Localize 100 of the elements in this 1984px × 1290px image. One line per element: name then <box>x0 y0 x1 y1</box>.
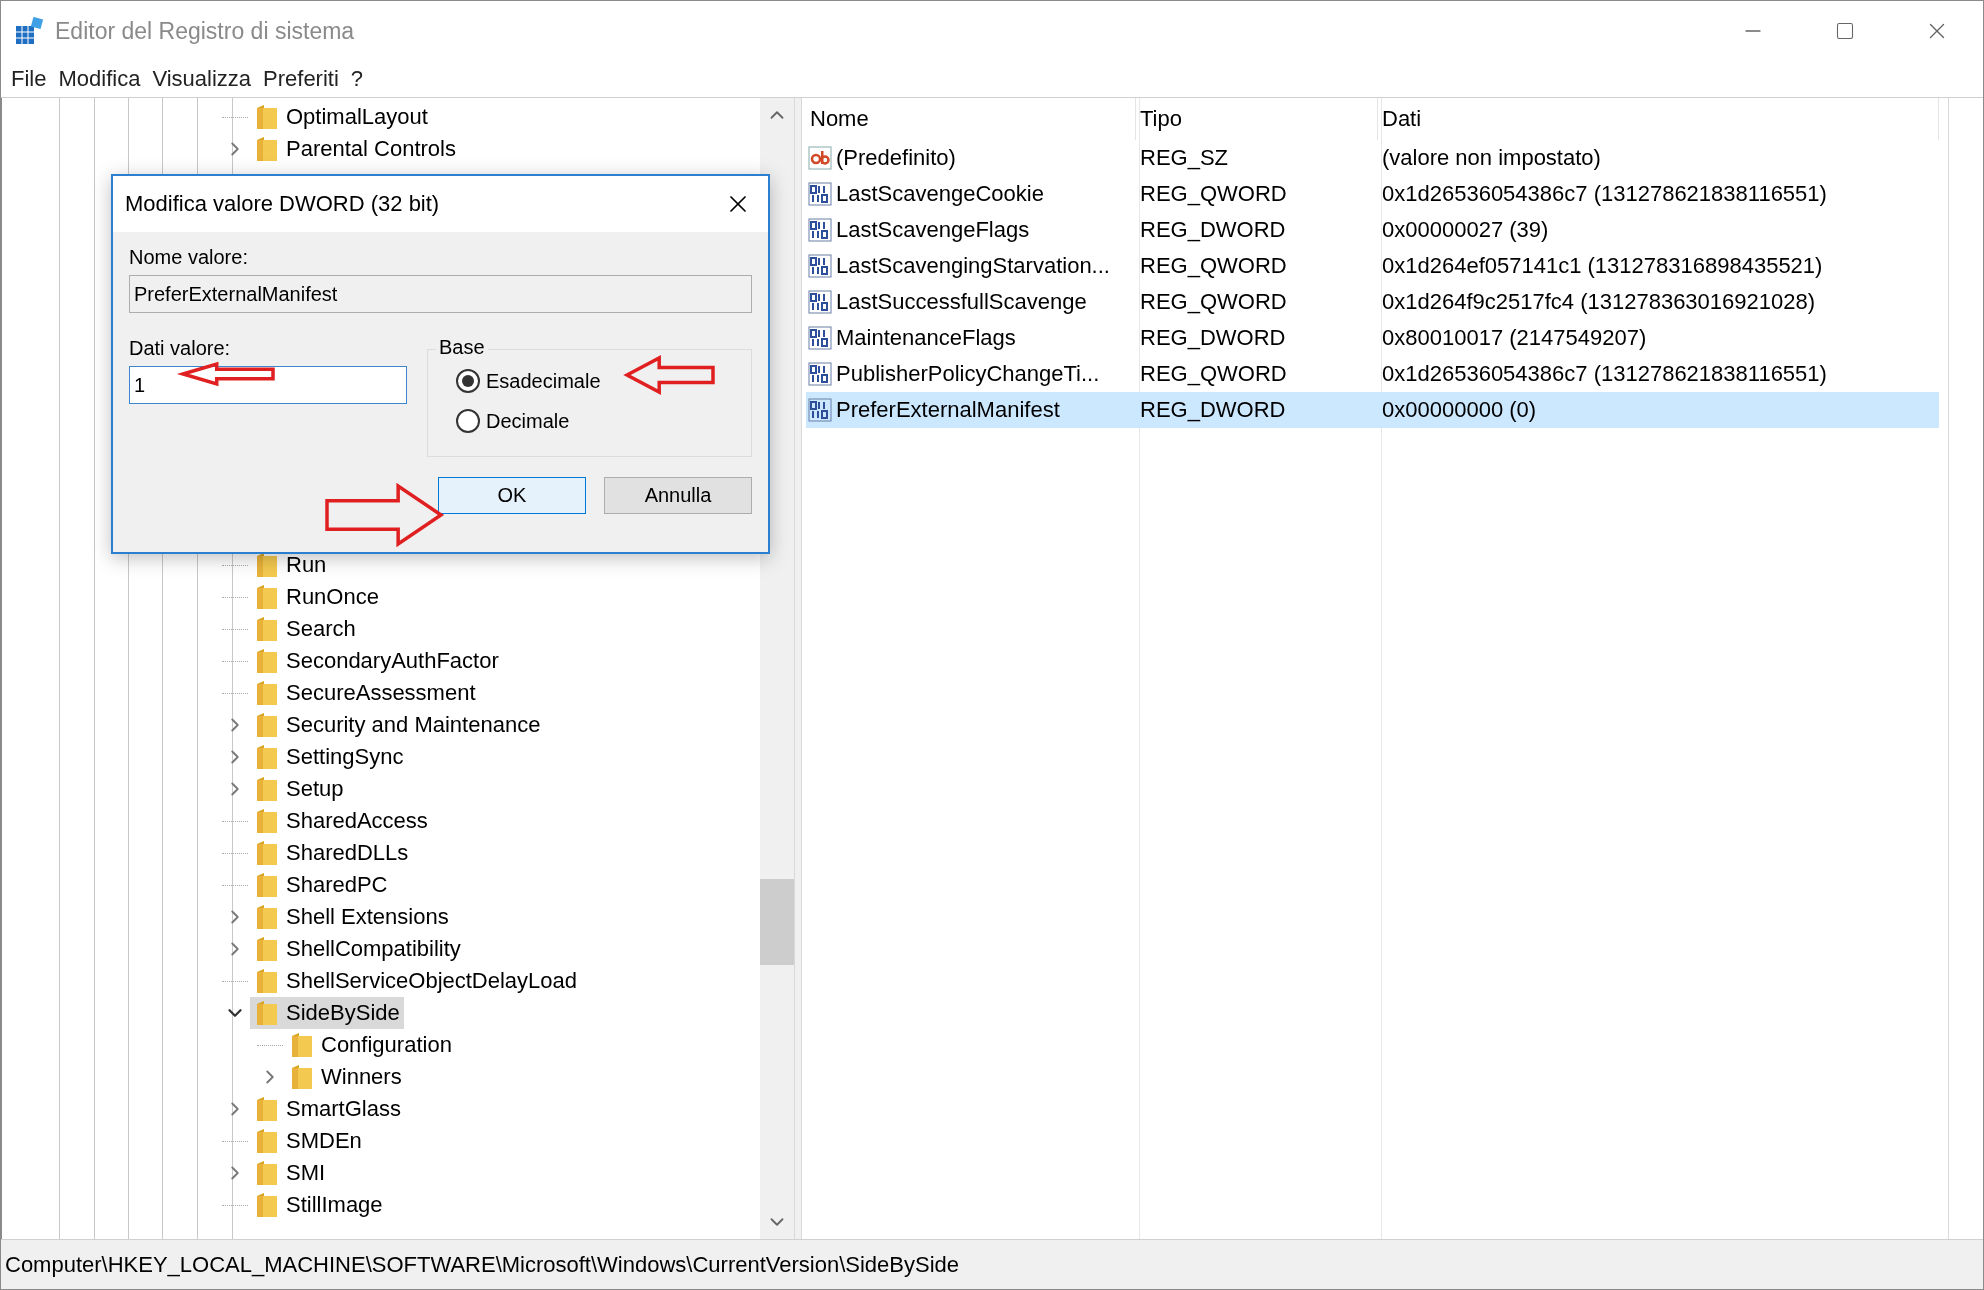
folder-icon <box>256 1160 278 1186</box>
menu-item[interactable]: Preferiti <box>257 66 345 92</box>
field-label: Nome valore: <box>129 246 249 269</box>
maximize-icon[interactable] <box>1835 21 1855 41</box>
tree-item[interactable]: SharedPC <box>250 869 392 901</box>
binary-value-icon <box>808 326 832 350</box>
table-cell-text: REG_QWORD <box>1139 288 1288 316</box>
tree-item[interactable]: Setup <box>250 773 348 805</box>
table-cell-text: REG_SZ <box>1139 144 1230 172</box>
tree-item[interactable]: Search <box>250 613 360 645</box>
table-cell-text: 0x00000000 (0) <box>1381 396 1538 424</box>
binary-value-icon <box>808 182 832 206</box>
value-row[interactable]: LastScavengingStarvation... REG_QWORD 0x1d264ef057141c1 (131278316898435521) <box>806 248 1939 284</box>
app-icon <box>15 17 43 45</box>
value-row[interactable]: LastSuccessfullScavenge REG_QWORD 0x1d264f9c2517fc4 (131278363016921028) <box>806 284 1939 320</box>
binary-value-icon <box>808 362 832 386</box>
value-row[interactable]: PreferExternalManifest REG_DWORD 0x00000000 (0) <box>806 392 1939 428</box>
folder-icon <box>256 1096 278 1122</box>
value-row[interactable]: (Predefinito) REG_SZ (valore non impostato) <box>806 140 1939 176</box>
tree-item[interactable]: ShellCompatibility <box>250 933 465 965</box>
table-cell-text: 0x1d26536054386c7 (131278621838116551) <box>1381 360 1828 388</box>
menu-item[interactable]: File <box>5 66 53 92</box>
table-cell: PublisherPolicyChangeTi... <box>836 361 1100 387</box>
table-cell: LastSuccessfullScavenge <box>836 289 1087 315</box>
radio-label: Decimale <box>486 409 570 433</box>
string-value-icon <box>808 146 832 170</box>
ok-button[interactable]: OK <box>438 477 586 514</box>
radio-icon[interactable] <box>456 369 480 393</box>
tree-item[interactable]: Run <box>250 549 331 581</box>
folder-icon <box>256 904 278 930</box>
column-header[interactable]: Tipo <box>1136 98 1378 140</box>
folder-icon <box>256 552 278 578</box>
binary-value-icon <box>808 254 832 278</box>
tree-item[interactable]: SecureAssessment <box>250 677 480 709</box>
table-cell-text: REG_DWORD <box>1139 216 1287 244</box>
menu-item[interactable]: Modifica <box>52 66 147 92</box>
folder-icon <box>256 680 278 706</box>
tree-item[interactable]: RunOnce <box>250 581 383 613</box>
input-field[interactable]: 1 <box>129 366 407 404</box>
table-cell: LastScavengingStarvation... <box>836 253 1110 279</box>
table-cell-text: REG_DWORD <box>1139 324 1287 352</box>
tree-item[interactable]: SharedAccess <box>250 805 432 837</box>
value-row[interactable]: MaintenanceFlags REG_DWORD 0x80010017 (2147549207) <box>806 320 1939 356</box>
folder-icon <box>256 936 278 962</box>
column-header[interactable]: Nome <box>806 98 1136 140</box>
value-row[interactable]: PublisherPolicyChangeTi... REG_QWORD 0x1d26536054386c7 (131278621838116551) <box>806 356 1939 392</box>
table-cell: MaintenanceFlags <box>836 325 1016 351</box>
table-cell-text: 0x80010017 (2147549207) <box>1381 324 1648 352</box>
tree-item[interactable]: SettingSync <box>250 741 408 773</box>
radio-icon[interactable] <box>456 409 480 433</box>
radio-label: Esadecimale <box>486 369 601 393</box>
radio-option[interactable]: Decimale <box>456 406 751 436</box>
tree-item[interactable]: SMDEn <box>250 1125 366 1157</box>
tree-item[interactable]: Shell Extensions <box>250 901 453 933</box>
binary-value-icon <box>808 218 832 242</box>
table-cell: LastScavengeCookie <box>836 181 1044 207</box>
tree-item[interactable]: SideBySide <box>250 997 404 1029</box>
folder-icon <box>256 1192 278 1218</box>
tree-item[interactable]: ShellServiceObjectDelayLoad <box>250 965 582 997</box>
tree-item[interactable]: SecondaryAuthFactor <box>250 645 503 677</box>
radio-option[interactable]: Esadecimale <box>456 366 751 396</box>
tree-item[interactable]: Configuration <box>285 1029 456 1061</box>
table-cell-text: 0x00000027 (39) <box>1381 216 1550 244</box>
folder-icon <box>256 840 278 866</box>
column-header[interactable]: Dati <box>1378 98 1939 140</box>
table-cell-text: 0x1d264f9c2517fc4 (131278363016921028) <box>1381 288 1817 316</box>
table-cell-text: 0x1d264ef057141c1 (131278316898435521) <box>1381 252 1824 280</box>
tree-item[interactable]: SharedDLLs <box>250 837 413 869</box>
folder-icon <box>256 104 278 130</box>
tree-item[interactable]: Parental Controls <box>250 133 460 165</box>
table-cell: LastScavengeFlags <box>836 217 1030 243</box>
binary-value-icon <box>808 290 832 314</box>
window-title: Editor del Registro di sistema <box>55 17 355 45</box>
folder-icon <box>256 744 278 770</box>
folder-icon <box>256 712 278 738</box>
dialog-title: Modifica valore DWORD (32 bit) <box>125 191 440 217</box>
folder-icon <box>256 616 278 642</box>
scrollbar[interactable] <box>760 98 794 1239</box>
menu-item[interactable]: Visualizza <box>146 66 258 92</box>
status-path: Computer\HKEY_LOCAL_MACHINE\SOFTWARE\Microsoft\Windows\CurrentVersion\SideBySide <box>5 1251 960 1278</box>
tree-item[interactable]: SMI <box>250 1157 330 1189</box>
folder-icon <box>256 968 278 994</box>
tree-item[interactable]: StillImage <box>250 1189 387 1221</box>
folder-icon <box>291 1064 313 1090</box>
binary-value-icon <box>808 398 832 422</box>
folder-icon <box>291 1032 313 1058</box>
input-field[interactable]: PreferExternalManifest <box>129 275 752 313</box>
folder-icon <box>256 648 278 674</box>
cancel-button[interactable]: Annulla <box>604 477 752 514</box>
value-row[interactable]: LastScavengeCookie REG_QWORD 0x1d26536054386c7 (131278621838116551) <box>806 176 1939 212</box>
tree-item[interactable]: Security and Maintenance <box>250 709 545 741</box>
folder-icon <box>256 808 278 834</box>
menu-item[interactable]: ? <box>344 66 370 92</box>
tree-item[interactable]: SmartGlass <box>250 1093 405 1125</box>
scroll-thumb[interactable] <box>760 879 794 965</box>
folder-icon <box>256 1128 278 1154</box>
tree-item[interactable]: Winners <box>285 1061 406 1093</box>
folder-icon <box>256 872 278 898</box>
tree-item[interactable]: OptimalLayout <box>250 101 432 133</box>
value-row[interactable]: LastScavengeFlags REG_DWORD 0x00000027 (39) <box>806 212 1939 248</box>
